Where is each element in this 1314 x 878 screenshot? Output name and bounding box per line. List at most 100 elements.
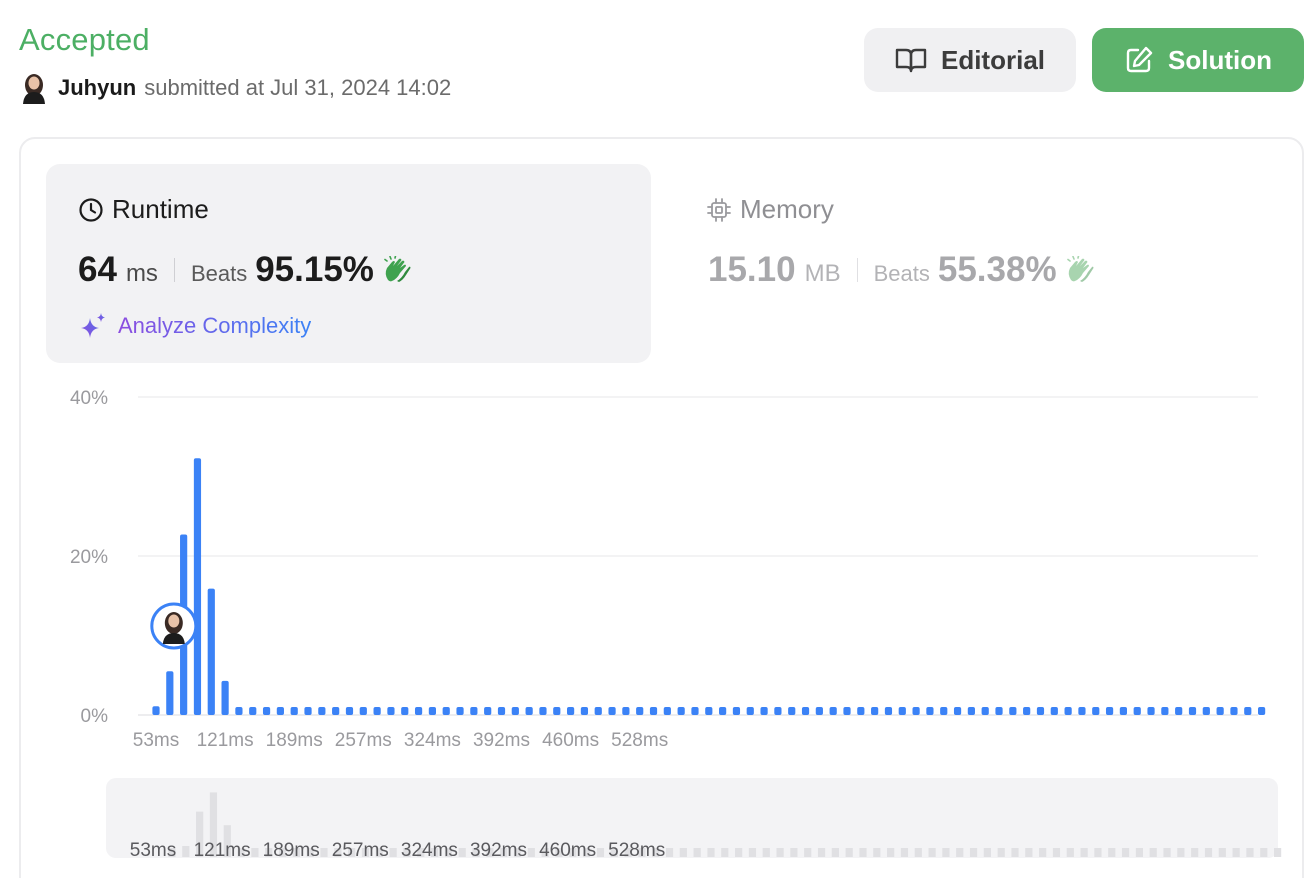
x-tick-label: 189ms — [266, 730, 323, 751]
histogram-bar[interactable] — [1105, 707, 1114, 715]
histogram-bar[interactable] — [719, 707, 727, 715]
histogram-bar[interactable] — [1009, 707, 1017, 715]
navigator-tick-label: 392ms — [470, 840, 527, 861]
histogram-bar[interactable] — [304, 707, 312, 715]
histogram-bar[interactable] — [732, 707, 741, 715]
histogram-bar[interactable] — [829, 707, 837, 715]
histogram-bar[interactable] — [1133, 707, 1141, 715]
histogram-bar[interactable] — [345, 707, 354, 715]
histogram-bar[interactable] — [359, 707, 367, 715]
histogram-bar[interactable] — [608, 707, 616, 715]
histogram-bar[interactable] — [1258, 707, 1266, 715]
histogram-bar[interactable] — [898, 707, 906, 715]
navigator-tick-label: 121ms — [194, 840, 251, 861]
histogram-bar[interactable] — [1064, 707, 1072, 715]
histogram-bar[interactable] — [1119, 707, 1127, 715]
histogram-bar[interactable] — [760, 707, 768, 715]
histogram-bar[interactable] — [401, 707, 409, 715]
histogram-bar[interactable] — [539, 707, 547, 715]
navigator-bar — [1094, 848, 1102, 857]
histogram-bar[interactable] — [276, 707, 284, 715]
histogram-bar[interactable] — [221, 680, 229, 715]
histogram-bar[interactable] — [1244, 707, 1252, 715]
histogram-bar[interactable] — [497, 707, 506, 715]
histogram-bar[interactable] — [1230, 707, 1238, 715]
x-tick-label: 528ms — [611, 730, 668, 751]
histogram-bar[interactable] — [553, 707, 561, 715]
histogram-bar[interactable] — [456, 707, 464, 715]
navigator-bar — [997, 848, 1005, 857]
histogram-bar[interactable] — [262, 707, 271, 715]
histogram-bar[interactable] — [953, 707, 962, 715]
navigator-bar — [762, 848, 770, 857]
histogram-bar[interactable] — [843, 707, 851, 715]
navigator-bar — [1025, 848, 1033, 857]
histogram-bar[interactable] — [746, 707, 754, 715]
histogram-bar[interactable] — [1216, 707, 1224, 715]
histogram-bar[interactable] — [290, 707, 298, 715]
x-tick-label: 257ms — [335, 730, 392, 751]
histogram-bar[interactable] — [1147, 707, 1155, 715]
histogram-bar[interactable] — [249, 707, 257, 715]
histogram-bar[interactable] — [207, 588, 215, 715]
histogram-bar[interactable] — [428, 707, 436, 715]
histogram-bar[interactable] — [318, 707, 326, 715]
histogram-bar[interactable] — [995, 707, 1003, 715]
navigator-bar — [956, 848, 964, 857]
histogram-bar[interactable] — [414, 707, 423, 715]
navigator-bar — [1204, 848, 1213, 857]
histogram-bar[interactable] — [649, 707, 658, 715]
histogram-bar[interactable] — [442, 707, 450, 715]
histogram-bar[interactable] — [663, 707, 671, 715]
navigator-bar — [693, 848, 701, 857]
histogram-bar[interactable] — [815, 707, 823, 715]
your-submission-marker[interactable] — [150, 602, 198, 650]
histogram-bar[interactable] — [788, 707, 796, 715]
histogram-bar[interactable] — [801, 707, 810, 715]
histogram-bar[interactable] — [166, 671, 174, 715]
histogram-bar[interactable] — [1050, 707, 1058, 715]
histogram-bar[interactable] — [884, 707, 893, 715]
histogram-bar[interactable] — [691, 707, 699, 715]
histogram-bar[interactable] — [636, 707, 644, 715]
histogram-bar[interactable] — [373, 707, 381, 715]
histogram-bar[interactable] — [594, 707, 602, 715]
navigator-bar — [1121, 848, 1130, 857]
histogram-bar[interactable] — [580, 707, 589, 715]
histogram-bar[interactable] — [567, 707, 575, 715]
histogram-bar[interactable] — [152, 706, 160, 715]
histogram-bar[interactable] — [774, 707, 782, 715]
histogram-bar[interactable] — [193, 458, 202, 715]
histogram-bar[interactable] — [1161, 707, 1169, 715]
histogram-bar[interactable] — [1036, 707, 1045, 715]
histogram-bar[interactable] — [1023, 707, 1031, 715]
histogram-bar[interactable] — [387, 707, 395, 715]
histogram-bar[interactable] — [967, 707, 975, 715]
histogram-bar[interactable] — [511, 707, 519, 715]
histogram-bar[interactable] — [981, 707, 989, 715]
navigator-bar — [1011, 848, 1019, 857]
histogram-bar[interactable] — [1092, 707, 1100, 715]
x-tick-label: 324ms — [404, 730, 461, 751]
histogram-bar[interactable] — [1175, 707, 1183, 715]
histogram-bar[interactable] — [235, 707, 243, 715]
histogram-bar[interactable] — [525, 707, 533, 715]
histogram-bar[interactable] — [332, 707, 340, 715]
histogram-bar[interactable] — [940, 707, 948, 715]
histogram-bar[interactable] — [705, 707, 713, 715]
histogram-bar[interactable] — [1078, 707, 1086, 715]
histogram-bar[interactable] — [484, 707, 492, 715]
navigator-tick-label: 189ms — [263, 840, 320, 861]
runtime-distribution-chart[interactable]: 40% 20% 0% 53ms 121ms 189ms 257ms 324ms 392ms 460… — [0, 0, 1314, 878]
histogram-bar[interactable] — [1202, 707, 1210, 715]
histogram-bar[interactable] — [677, 707, 685, 715]
navigator-bar — [1274, 848, 1282, 857]
histogram-bar[interactable] — [470, 707, 478, 715]
histogram-bar[interactable] — [622, 707, 630, 715]
range-navigator[interactable]: 53ms 121ms 189ms 257ms 324ms 392ms 460ms 528ms — [106, 778, 1282, 861]
histogram-bar[interactable] — [1188, 707, 1197, 715]
histogram-bar[interactable] — [926, 707, 934, 715]
histogram-bar[interactable] — [912, 707, 920, 715]
histogram-bar[interactable] — [857, 707, 865, 715]
histogram-bar[interactable] — [871, 707, 879, 715]
